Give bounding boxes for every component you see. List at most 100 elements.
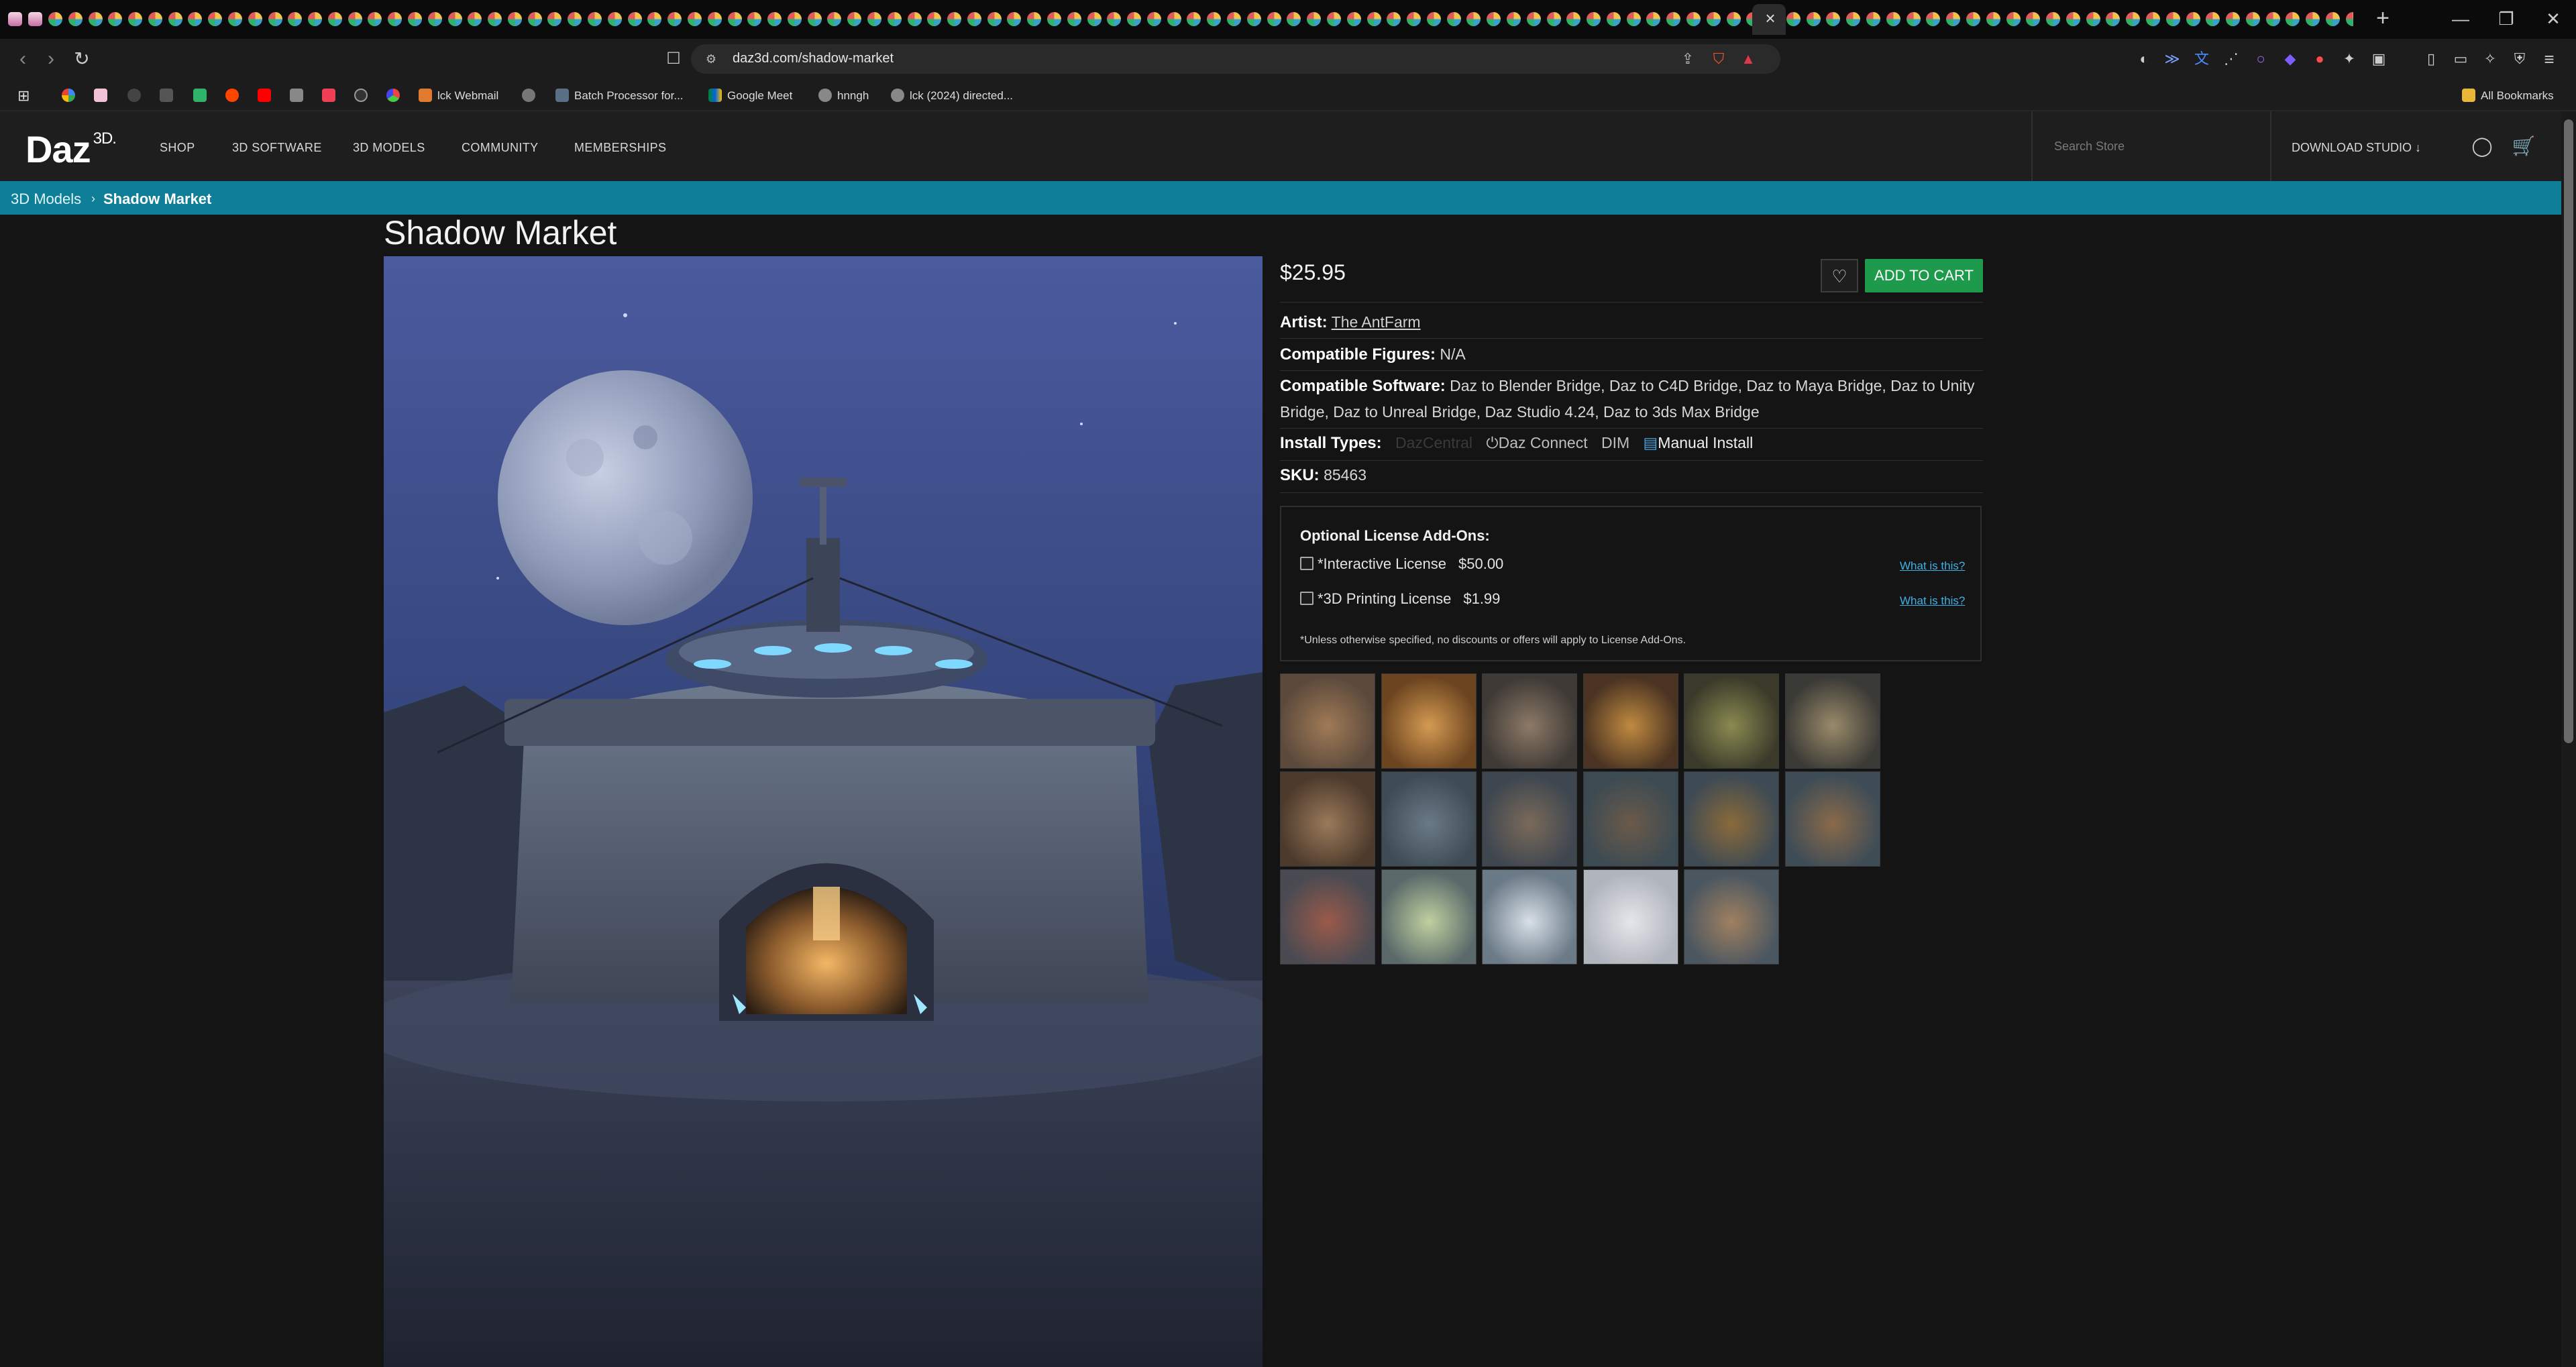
extension-icon[interactable]: ⋰ xyxy=(2218,46,2245,72)
tab-favicon-icon[interactable] xyxy=(1326,12,1341,26)
tab-favicon-icon[interactable] xyxy=(1246,12,1261,26)
tab-favicon-icon[interactable] xyxy=(2345,12,2353,26)
tab-favicon-icon[interactable] xyxy=(1027,12,1042,26)
product-hero-image[interactable] xyxy=(384,256,1263,1367)
tab-favicon-icon[interactable] xyxy=(2026,12,2041,26)
minimize-button[interactable]: — xyxy=(2446,7,2475,31)
new-tab-button[interactable]: + xyxy=(2371,7,2395,31)
product-thumbnail[interactable] xyxy=(1684,771,1779,867)
product-thumbnail[interactable] xyxy=(1280,673,1375,769)
tab-favicon-icon[interactable] xyxy=(327,12,342,26)
product-thumbnail[interactable] xyxy=(1582,771,1678,867)
account-icon[interactable]: ◯ xyxy=(2470,134,2494,158)
tab-favicon-icon[interactable] xyxy=(967,12,981,26)
tab-favicon-icon[interactable] xyxy=(1146,12,1161,26)
product-thumbnail[interactable] xyxy=(1381,771,1477,867)
tab-favicon-icon[interactable] xyxy=(308,12,323,26)
tab-favicon-icon[interactable] xyxy=(588,12,602,26)
artist-link[interactable]: The AntFarm xyxy=(1332,313,1421,331)
tab-favicon-icon[interactable] xyxy=(48,12,62,26)
pocket-icon[interactable] xyxy=(322,87,341,105)
address-bar[interactable]: ⚙ daz3d.com/shadow-market ⇪ ⛉ ▲ xyxy=(691,44,1780,74)
tab-favicon-icon[interactable] xyxy=(2106,12,2121,26)
rewards-icon[interactable]: ▲ xyxy=(1737,48,1759,70)
tab-favicon-icon[interactable] xyxy=(248,12,262,26)
product-thumbnail[interactable] xyxy=(1684,869,1779,965)
tab-favicon-icon[interactable] xyxy=(1227,12,1242,26)
tab-favicon-icon[interactable] xyxy=(427,12,442,26)
what-is-this-link[interactable]: What is this? xyxy=(1900,594,1965,608)
tab-favicon-icon[interactable] xyxy=(2206,12,2220,26)
forward-arrow-icon[interactable]: › xyxy=(38,46,64,72)
tab-favicon-icon[interactable] xyxy=(2145,12,2160,26)
tab-favicon-icon[interactable] xyxy=(787,12,802,26)
tab-favicon-icon[interactable] xyxy=(1546,12,1561,26)
tab-favicon-icon[interactable] xyxy=(68,12,83,26)
tab-favicon-icon[interactable] xyxy=(227,12,242,26)
bookmark-lck-webmail[interactable]: lck Webmail xyxy=(419,87,498,105)
tab-favicon-icon[interactable] xyxy=(2326,12,2341,26)
tab-favicon-icon[interactable] xyxy=(1986,12,2000,26)
tab-favicon-icon[interactable] xyxy=(727,12,742,26)
tab-favicon-icon[interactable] xyxy=(1526,12,1541,26)
tab-favicon-icon[interactable] xyxy=(1666,12,1681,26)
bookmark-google-icon[interactable] xyxy=(62,87,80,105)
tab-favicon-icon[interactable] xyxy=(1906,12,1921,26)
apps-grid-icon[interactable]: ⊞ xyxy=(17,87,30,105)
tab-favicon-icon[interactable] xyxy=(268,12,282,26)
license-option-interactive[interactable]: *Interactive License $50.00 xyxy=(1300,555,1503,573)
tab-favicon-icon[interactable] xyxy=(507,12,522,26)
tab-favicon-icon[interactable] xyxy=(1087,12,1102,26)
tab-favicon-icon[interactable] xyxy=(1786,12,1801,26)
nav-memberships[interactable]: MEMBERSHIPS xyxy=(574,141,666,155)
product-thumbnail[interactable] xyxy=(1684,673,1779,769)
tab-favicon-icon[interactable] xyxy=(1446,12,1461,26)
tab-favicon-icon[interactable] xyxy=(927,12,942,26)
tab-favicon-icon[interactable] xyxy=(2226,12,2241,26)
tab-favicon-icon[interactable] xyxy=(1686,12,1701,26)
tab-favicon-icon[interactable] xyxy=(1366,12,1381,26)
tab-favicon-icon[interactable] xyxy=(1466,12,1481,26)
bookmark-globe-icon[interactable] xyxy=(522,87,541,105)
tab-favicon-icon[interactable] xyxy=(1506,12,1521,26)
product-thumbnail[interactable] xyxy=(1482,673,1577,769)
translate-icon[interactable]: 文 xyxy=(2188,46,2215,72)
bookmark-icon[interactable] xyxy=(386,87,405,105)
tab-favicon-icon[interactable] xyxy=(1846,12,1861,26)
reload-icon[interactable]: ↻ xyxy=(68,46,95,72)
product-thumbnail[interactable] xyxy=(1482,771,1577,867)
tab-favicon-icon[interactable] xyxy=(1207,12,1222,26)
tab-favicon-icon[interactable] xyxy=(368,12,382,26)
tab-favicon-icon[interactable] xyxy=(1606,12,1621,26)
tab-favicon-icon[interactable] xyxy=(447,12,462,26)
add-to-cart-button[interactable]: ADD TO CART xyxy=(1865,259,1983,292)
extensions-puzzle-icon[interactable]: ✦ xyxy=(2336,46,2363,72)
tab-favicon-icon[interactable] xyxy=(388,12,402,26)
tab-favicon-icon[interactable] xyxy=(1587,12,1601,26)
tab-favicon-icon[interactable] xyxy=(847,12,862,26)
tab-favicon-icon[interactable] xyxy=(208,12,223,26)
3d-printing-license-checkbox[interactable] xyxy=(1300,592,1313,605)
page-scrollbar[interactable] xyxy=(2561,111,2576,1367)
tab-favicon-icon[interactable] xyxy=(1566,12,1581,26)
tab-favicon-icon[interactable] xyxy=(1387,12,1401,26)
extension-icon[interactable]: ▣ xyxy=(2365,46,2392,72)
tab-favicon-icon[interactable] xyxy=(1946,12,1961,26)
share-icon[interactable]: ⇪ xyxy=(1677,48,1699,70)
product-thumbnail[interactable] xyxy=(1280,869,1375,965)
tab-favicon-icon[interactable] xyxy=(1187,12,1201,26)
tab-favicon-icon[interactable] xyxy=(2046,12,2061,26)
product-thumbnail[interactable] xyxy=(1784,771,1880,867)
extension-icon[interactable]: ≫ xyxy=(2159,46,2186,72)
tab-favicon-icon[interactable] xyxy=(1407,12,1421,26)
tab-favicon-icon[interactable] xyxy=(1726,12,1741,26)
tab-favicon-icon[interactable] xyxy=(2265,12,2280,26)
brave-shield-icon[interactable]: ⛉ xyxy=(1708,48,1729,70)
tab-favicon-icon[interactable] xyxy=(1067,12,1081,26)
tab-favicon-icon[interactable] xyxy=(1107,12,1122,26)
tab-favicon-icon[interactable] xyxy=(987,12,1002,26)
tab-favicon-icon[interactable] xyxy=(867,12,881,26)
daz3d-logo[interactable]: Daz 3D. xyxy=(25,127,117,171)
bookmark-icon[interactable] xyxy=(193,87,212,105)
restore-button[interactable]: ❐ xyxy=(2491,7,2521,31)
